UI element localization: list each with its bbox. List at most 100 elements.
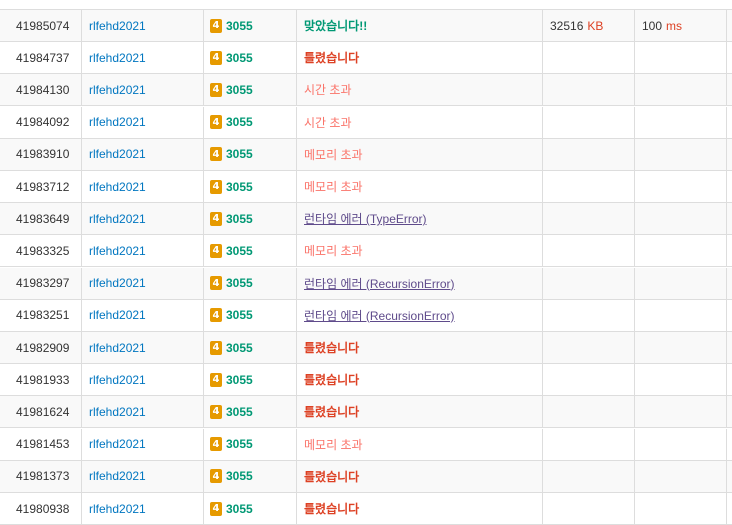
- user-link[interactable]: rlfehd2021: [89, 396, 199, 427]
- user-link[interactable]: rlfehd2021: [89, 171, 199, 202]
- problem-cell[interactable]: 4 3055: [210, 268, 290, 299]
- time-cell: [642, 171, 722, 202]
- table-row: 41983325 rlfehd2021 4 3055 메모리 초과: [0, 235, 732, 268]
- user-link[interactable]: rlfehd2021: [89, 10, 199, 41]
- time-cell: [642, 139, 722, 170]
- user-link[interactable]: rlfehd2021: [89, 42, 199, 73]
- result-cell: 시간 초과: [304, 107, 540, 138]
- column-divider: [634, 203, 635, 235]
- user-link[interactable]: rlfehd2021: [89, 74, 199, 105]
- problem-number[interactable]: 3055: [226, 212, 253, 226]
- problem-number[interactable]: 3055: [226, 147, 253, 161]
- submission-id: 41983297: [16, 276, 70, 291]
- problem-cell[interactable]: 4 3055: [210, 10, 290, 41]
- problem-cell[interactable]: 4 3055: [210, 396, 290, 427]
- time-cell: [642, 364, 722, 395]
- problem-cell[interactable]: 4 3055: [210, 171, 290, 202]
- column-divider: [634, 171, 635, 202]
- column-divider: [81, 106, 82, 138]
- result-cell: 시간 초과: [304, 74, 540, 105]
- memory-cell: [550, 235, 634, 266]
- submission-id: 41984130: [16, 82, 70, 97]
- memory-cell: [550, 396, 634, 427]
- column-divider: [726, 460, 727, 492]
- table-row: 41983712 rlfehd2021 4 3055 메모리 초과: [0, 171, 732, 203]
- result-cell: 런타임 에러 (RecursionError): [304, 300, 540, 331]
- problem-cell[interactable]: 4 3055: [210, 493, 290, 524]
- user-link[interactable]: rlfehd2021: [89, 107, 199, 138]
- column-divider: [634, 74, 635, 106]
- problem-cell[interactable]: 4 3055: [210, 139, 290, 170]
- user-link[interactable]: rlfehd2021: [89, 268, 199, 299]
- user-link[interactable]: rlfehd2021: [89, 139, 199, 170]
- column-divider: [726, 203, 727, 235]
- result-text: 틀렸습니다: [304, 502, 360, 516]
- problem-number[interactable]: 3055: [226, 469, 253, 483]
- problem-number[interactable]: 3055: [226, 308, 253, 322]
- problem-number[interactable]: 3055: [226, 276, 253, 290]
- tier-badge-icon: 4: [210, 50, 222, 65]
- problem-number[interactable]: 3055: [226, 405, 253, 419]
- column-divider: [81, 74, 82, 106]
- column-divider: [296, 332, 297, 363]
- problem-cell[interactable]: 4 3055: [210, 235, 290, 266]
- column-divider: [296, 203, 297, 235]
- column-divider: [81, 332, 82, 363]
- user-link[interactable]: rlfehd2021: [89, 300, 199, 331]
- column-divider: [296, 428, 297, 460]
- problem-number[interactable]: 3055: [226, 502, 253, 516]
- problem-cell[interactable]: 4 3055: [210, 332, 290, 363]
- tier-badge-icon: 4: [210, 179, 222, 194]
- problem-cell[interactable]: 4 3055: [210, 300, 290, 331]
- time-unit: ms: [666, 18, 683, 33]
- tier-badge-icon: 4: [210, 211, 222, 226]
- user-link[interactable]: rlfehd2021: [89, 332, 199, 363]
- problem-cell[interactable]: 4 3055: [210, 42, 290, 73]
- result-cell: 메모리 초과: [304, 171, 540, 202]
- table-row: 41984737 rlfehd2021 4 3055 틀렸습니다: [0, 42, 732, 75]
- result-text[interactable]: 런타임 에러 (RecursionError): [304, 275, 455, 292]
- result-text[interactable]: 런타임 에러 (TypeError): [304, 210, 427, 227]
- column-divider: [296, 10, 297, 41]
- problem-number[interactable]: 3055: [226, 180, 253, 194]
- result-cell: 틀렸습니다: [304, 364, 540, 395]
- column-divider: [542, 299, 543, 331]
- table-row: 41982909 rlfehd2021 4 3055 틀렸습니다: [0, 332, 732, 364]
- column-divider: [634, 460, 635, 492]
- problem-number[interactable]: 3055: [226, 341, 253, 355]
- column-divider: [81, 460, 82, 492]
- submission-id: 41983325: [16, 243, 70, 258]
- result-text[interactable]: 런타임 에러 (RecursionError): [304, 307, 455, 324]
- problem-number[interactable]: 3055: [226, 19, 253, 33]
- problem-number[interactable]: 3055: [226, 51, 253, 65]
- user-link[interactable]: rlfehd2021: [89, 461, 199, 492]
- user-link[interactable]: rlfehd2021: [89, 493, 199, 524]
- user-link[interactable]: rlfehd2021: [89, 364, 199, 395]
- column-divider: [296, 396, 297, 428]
- problem-cell[interactable]: 4 3055: [210, 107, 290, 138]
- tier-badge-icon: 4: [210, 340, 222, 355]
- problem-cell[interactable]: 4 3055: [210, 74, 290, 105]
- column-divider: [203, 332, 204, 363]
- tier-badge-icon: 4: [210, 147, 222, 162]
- memory-cell: [550, 139, 634, 170]
- problem-cell[interactable]: 4 3055: [210, 203, 290, 234]
- column-divider: [81, 396, 82, 428]
- column-divider: [81, 171, 82, 202]
- problem-cell[interactable]: 4 3055: [210, 364, 290, 395]
- problem-number[interactable]: 3055: [226, 437, 253, 451]
- user-link[interactable]: rlfehd2021: [89, 203, 199, 234]
- submission-id: 41983712: [16, 179, 70, 194]
- problem-number[interactable]: 3055: [226, 244, 253, 258]
- problem-number[interactable]: 3055: [226, 83, 253, 97]
- column-divider: [542, 332, 543, 363]
- problem-number[interactable]: 3055: [226, 115, 253, 129]
- problem-cell[interactable]: 4 3055: [210, 429, 290, 460]
- problem-cell[interactable]: 4 3055: [210, 461, 290, 492]
- user-link[interactable]: rlfehd2021: [89, 235, 199, 266]
- user-link[interactable]: rlfehd2021: [89, 429, 199, 460]
- column-divider: [81, 364, 82, 396]
- submission-id: 41980938: [16, 501, 70, 516]
- column-divider: [634, 235, 635, 267]
- problem-number[interactable]: 3055: [226, 373, 253, 387]
